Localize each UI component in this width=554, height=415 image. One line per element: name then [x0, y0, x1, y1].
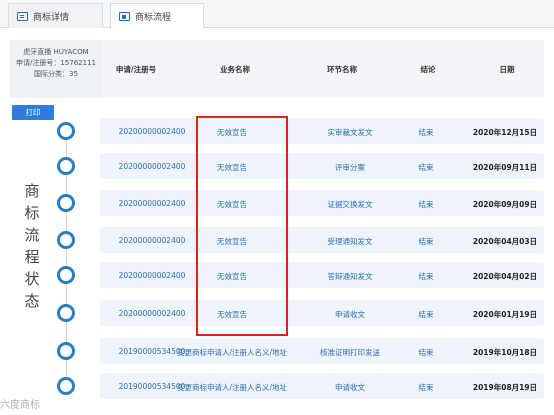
side-title-char: 态 — [24, 292, 40, 310]
timeline-node — [57, 157, 75, 175]
cell-date: 2020年01月19日 — [472, 310, 538, 319]
cell-step: 核准证明打印发送 — [320, 348, 380, 357]
cell-step: 证据交换发文 — [327, 200, 373, 209]
cell-result: 结束 — [418, 310, 434, 319]
timeline-node — [57, 194, 75, 212]
trademark-class: 国际分类：35 — [34, 70, 78, 78]
tab-trademark-process[interactable]: 商标流程 — [110, 3, 204, 29]
cell-step: 评审分案 — [335, 163, 365, 172]
table-row[interactable]: 20200000002400 无效宣告 实审裁文发文 结束 2020年12月15日 — [100, 118, 544, 144]
side-title-char: 程 — [24, 248, 40, 266]
cell-result: 结束 — [418, 237, 434, 246]
side-title-char: 标 — [24, 204, 40, 222]
timeline-node — [57, 122, 75, 140]
cell-date: 2020年09月09日 — [472, 200, 538, 209]
watermark: 六度商标 — [0, 400, 40, 411]
column-header-result: 结论 — [420, 65, 436, 74]
column-header-business: 业务名称 — [220, 65, 250, 74]
print-button[interactable]: 打印 — [12, 105, 54, 120]
cell-date: 2020年04月02日 — [472, 272, 538, 281]
cell-step: 答辩通知发文 — [327, 272, 373, 281]
table-row[interactable]: 20200000002400 无效宣告 答辩通知发文 结束 2020年04月02日 — [100, 262, 544, 288]
column-header-step: 环节名称 — [327, 65, 357, 74]
tab-bar: 商标详情 商标流程 — [0, 0, 554, 29]
timeline-node — [57, 342, 75, 360]
trademark-name: 虎牙直播 HUYACOM — [23, 48, 89, 56]
cell-date: 2020年04月03日 — [472, 237, 538, 246]
tab-trademark-details[interactable]: 商标详情 — [8, 3, 103, 28]
table-row[interactable]: 20200000002400 无效宣告 评审分案 结束 2020年09月11日 — [100, 153, 544, 179]
timeline-node — [57, 377, 75, 395]
table-row[interactable]: 20200000002400 无效宣告 受理通知发文 结束 2020年04月03日 — [100, 227, 544, 253]
cell-date: 2019年10月18日 — [472, 348, 538, 357]
cell-step: 申请收文 — [335, 310, 365, 319]
cell-result: 结束 — [418, 348, 434, 357]
timeline-node — [57, 304, 75, 322]
timeline-node — [57, 266, 75, 284]
table-row[interactable]: 20190000534500 变更商标申请人/注册人名义/地址 申请收文 结束 2019… — [100, 373, 544, 399]
side-title-char: 流 — [24, 226, 40, 244]
list-icon — [119, 12, 130, 21]
cell-date: 2020年12月15日 — [472, 128, 538, 137]
process-status-title: 商 标 流 程 状 态 — [22, 180, 42, 312]
cell-step: 受理通知发文 — [327, 237, 373, 246]
tab-label: 商标流程 — [135, 13, 172, 23]
cell-result: 结束 — [418, 272, 434, 281]
table-header: 申请/注册号 业务名称 环节名称 结论 日期 — [102, 40, 544, 98]
trademark-reg-no: 申请/注册号：15762111 — [16, 59, 96, 67]
cell-step: 申请收文 — [335, 383, 365, 392]
side-title-char: 状 — [24, 270, 40, 288]
cell-date: 2020年09月11日 — [472, 163, 538, 172]
document-icon — [17, 11, 28, 21]
timeline-node — [57, 231, 75, 249]
cell-result: 结束 — [418, 383, 434, 392]
cell-step: 实审裁文发文 — [327, 128, 373, 137]
cell-result: 结束 — [418, 200, 434, 209]
side-title-char: 商 — [24, 182, 40, 200]
cell-business: 变更商标申请人/注册人名义/地址 — [176, 383, 288, 392]
column-header-reg-no: 申请/注册号 — [115, 65, 157, 74]
cell-result: 结束 — [418, 128, 434, 137]
cell-date: 2019年08月19日 — [472, 383, 538, 392]
tab-label: 商标详情 — [33, 12, 70, 23]
cell-business: 变更商标申请人/注册人名义/地址 — [176, 348, 288, 357]
column-header-date: 日期 — [499, 65, 515, 74]
cell-result: 结束 — [418, 163, 434, 172]
table-row[interactable]: 20200000002400 无效宣告 证据交换发文 结束 2020年09月09日 — [100, 190, 544, 216]
table-row[interactable]: 20200000002400 无效宣告 申请收文 结束 2020年01月19日 — [100, 300, 544, 326]
table-row[interactable]: 20190000534500 变更商标申请人/注册人名义/地址 核准证明打印发送 结束… — [100, 338, 544, 364]
highlight-box — [196, 116, 288, 336]
trademark-info-box: 虎牙直播 HUYACOM 申请/注册号：15762111 国际分类：35 — [10, 40, 102, 98]
